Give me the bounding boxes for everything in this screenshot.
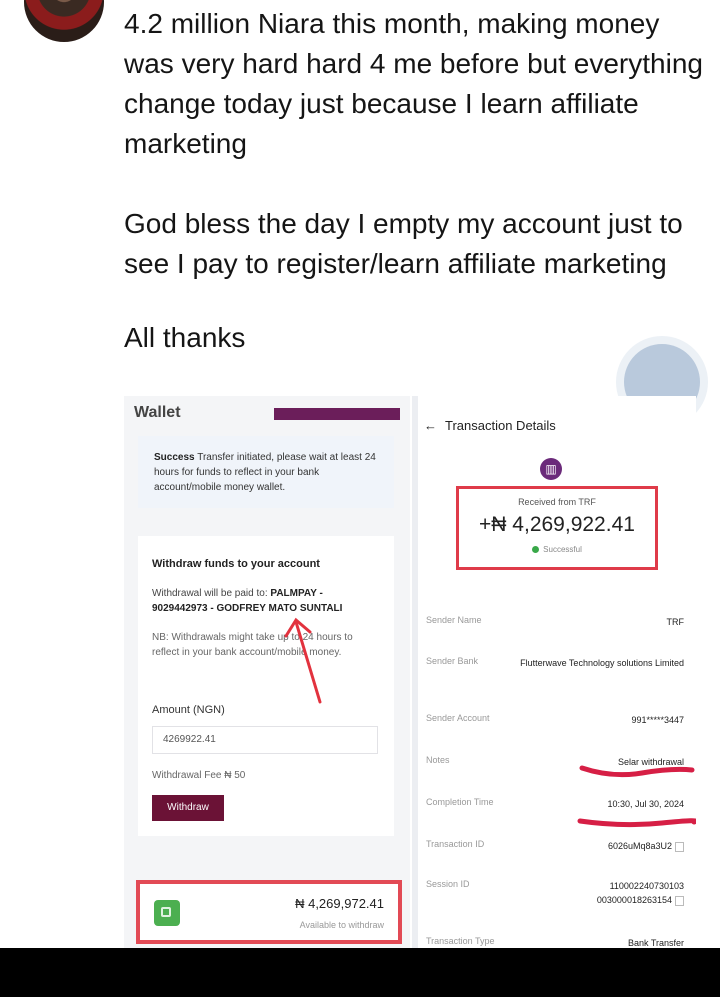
transaction-id-value: 6026uMq8a3U2 — [607, 841, 672, 851]
session-id-value: 110002240730103 003000018263154 — [596, 881, 684, 905]
withdraw-card: Withdraw funds to your account Withdrawa… — [138, 536, 394, 836]
status-badge: Successful — [459, 545, 655, 554]
detail-value: 110002240730103 003000018263154 — [574, 879, 684, 907]
received-from: Received from TRF — [518, 497, 596, 507]
detail-value: TRF — [666, 617, 685, 627]
paid-to-label: Withdrawal will be paid to: — [152, 588, 268, 599]
amount-input[interactable]: 4269922.41 — [152, 726, 378, 754]
detail-value: 6026uMq8a3U2 — [608, 839, 684, 853]
detail-label: Transaction Type — [426, 936, 495, 946]
received-box: Received from TRF +₦ 4,269,922.41 Succes… — [456, 486, 658, 570]
post-paragraph-2: God bless the day I empty my account jus… — [124, 208, 683, 279]
transaction-header-title: Transaction Details — [445, 418, 556, 433]
detail-label: Sender Account — [426, 713, 490, 723]
post-paragraph-3: All thanks — [124, 322, 246, 353]
success-dot-icon — [532, 546, 540, 554]
success-banner: Success Transfer initiated, please wait … — [138, 436, 394, 508]
detail-value: Flutterwave Technology solutions Limited — [520, 658, 684, 668]
detail-value: Selar withdrawal — [617, 757, 684, 767]
detail-label: Sender Name — [426, 615, 482, 625]
withdraw-button[interactable]: Withdraw — [152, 795, 224, 821]
bottom-bar — [0, 948, 720, 997]
balance-caption: Available to withdraw — [299, 920, 384, 930]
wallet-screenshot: Wallet Success Transfer initiated, pleas… — [124, 396, 410, 948]
paid-to: Withdrawal will be paid to: PALMPAY - 90… — [152, 586, 380, 616]
post-paragraph-1: 4.2 million Niara this month, making mon… — [124, 8, 703, 159]
detail-value: 991*****3447 — [631, 715, 684, 725]
detail-value: Bank Transfer — [627, 938, 684, 948]
wallet-title: Wallet — [134, 404, 181, 421]
balance-card: ₦ 4,269,972.41 Available to withdraw — [136, 880, 402, 944]
success-label: Success — [154, 452, 195, 463]
avatar[interactable] — [24, 0, 104, 42]
bank-icon: ▥ — [540, 458, 562, 480]
balance-amount: ₦ 4,269,972.41 — [295, 896, 384, 911]
withdraw-title: Withdraw funds to your account — [152, 558, 320, 570]
received-amount: +₦ 4,269,922.41 — [479, 513, 635, 536]
back-arrow-icon[interactable]: ← — [424, 418, 437, 433]
transaction-screenshot: ← Transaction Details ▥ Received from TRF… — [412, 396, 696, 948]
amount-label: Amount (NGN) — [152, 704, 225, 716]
withdrawal-fee: Withdrawal Fee ₦ 50 — [152, 770, 246, 781]
copy-icon[interactable] — [675, 841, 684, 852]
detail-label: Notes — [426, 755, 450, 765]
withdraw-note: NB: Withdrawals might take up to 24 hour… — [152, 632, 353, 658]
detail-value: 10:30, Jul 30, 2024 — [607, 799, 684, 809]
detail-label: Transaction ID — [426, 839, 485, 849]
transaction-header: ← Transaction Details — [424, 418, 556, 433]
detail-label: Completion Time — [426, 797, 494, 807]
detail-label: Session ID — [426, 879, 470, 889]
copy-icon[interactable] — [675, 895, 684, 906]
detail-label: Sender Bank — [426, 656, 479, 666]
wallet-header-button[interactable] — [274, 408, 400, 420]
wallet-icon — [154, 900, 180, 926]
status-text: Successful — [543, 545, 582, 554]
post-text: 4.2 million Niara this month, making mon… — [124, 4, 704, 358]
